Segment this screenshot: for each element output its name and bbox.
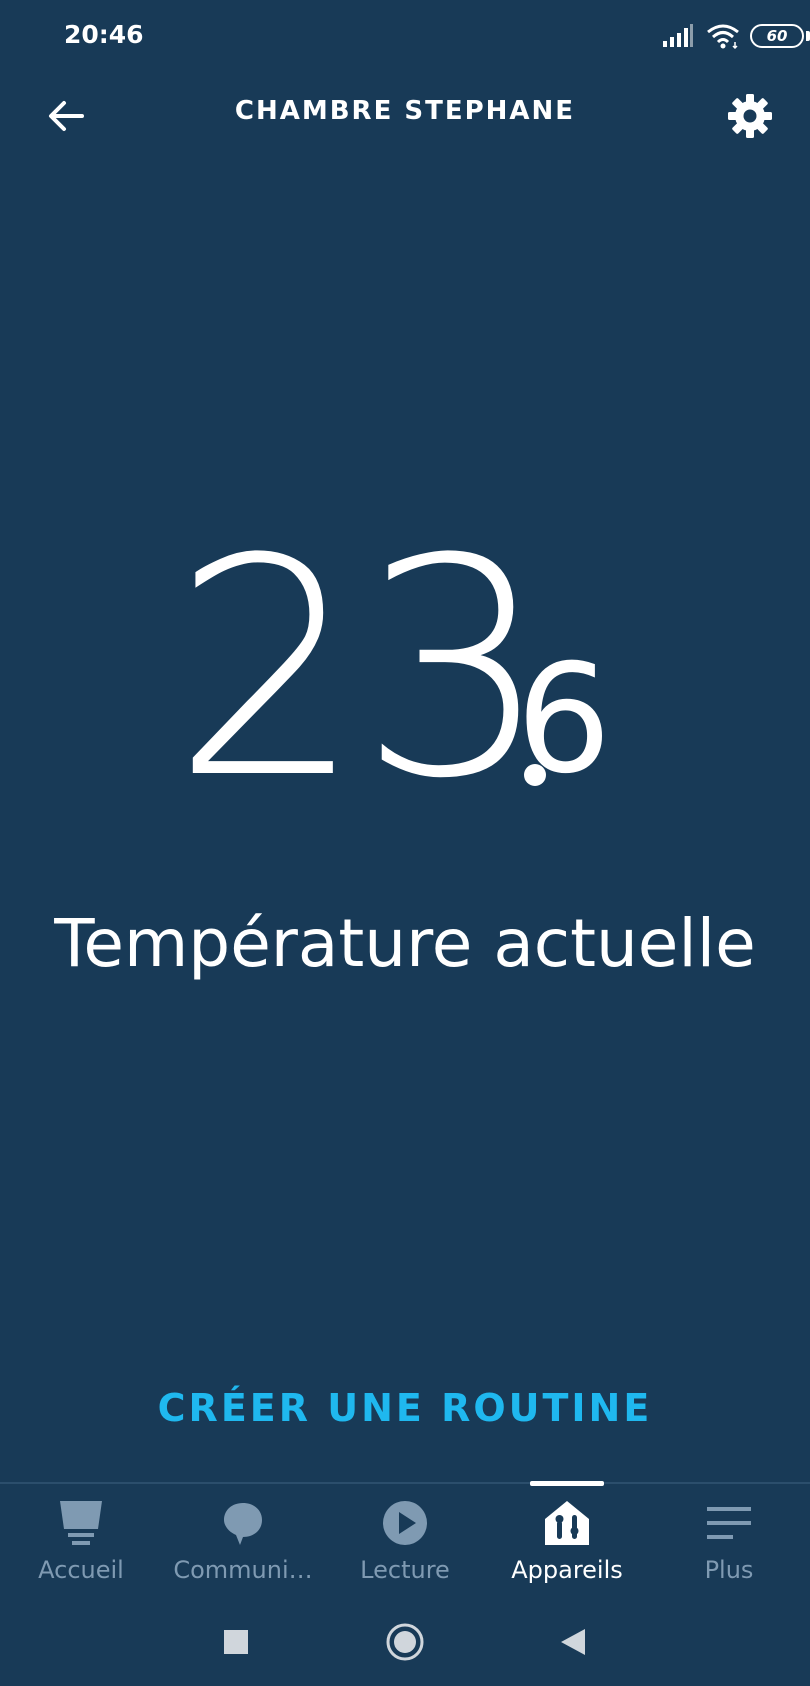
battery-cap xyxy=(806,31,810,41)
nav-item-accueil[interactable]: Accueil xyxy=(0,1498,162,1598)
nav-item-appareils[interactable]: Appareils xyxy=(486,1498,648,1598)
menu-icon xyxy=(707,1507,751,1539)
nav-label-communiquer: Communi… xyxy=(173,1556,313,1584)
active-tab-indicator xyxy=(530,1481,604,1486)
nav-item-communiquer[interactable]: Communi… xyxy=(162,1498,324,1598)
play-icon xyxy=(383,1501,427,1545)
communicate-icon xyxy=(224,1503,262,1545)
home-button[interactable] xyxy=(383,1620,427,1664)
nav-label-lecture: Lecture xyxy=(360,1556,450,1584)
battery-level: 60 xyxy=(766,27,788,45)
recents-button[interactable] xyxy=(214,1620,258,1664)
header: CHAMBRE STEPHANE xyxy=(0,72,810,156)
nav-label-accueil: Accueil xyxy=(38,1556,124,1584)
temperature-label: Température actuelle xyxy=(54,905,756,982)
temperature-decimal-point xyxy=(524,764,546,786)
bottom-nav: Accueil Communi… Lecture Appareils Plus xyxy=(0,1481,810,1598)
status-time: 20:46 xyxy=(64,20,144,49)
wifi-icon xyxy=(707,24,739,50)
page-title: CHAMBRE STEPHANE xyxy=(234,96,576,126)
devices-icon xyxy=(545,1501,589,1545)
system-nav-bar xyxy=(0,1598,810,1686)
system-back-button[interactable] xyxy=(551,1620,595,1664)
create-routine-button[interactable]: CRÉER UNE ROUTINE xyxy=(0,1386,810,1430)
temperature-display: 23 6 xyxy=(0,520,810,820)
signal-icon xyxy=(663,24,693,47)
nav-item-plus[interactable]: Plus xyxy=(648,1498,810,1598)
triangle-back-icon xyxy=(561,1629,585,1655)
nav-label-plus: Plus xyxy=(704,1556,754,1584)
nav-label-appareils: Appareils xyxy=(511,1556,623,1584)
battery-icon: 60 xyxy=(750,24,804,48)
status-bar: 20:46 60 xyxy=(0,0,810,72)
settings-button[interactable] xyxy=(724,90,776,142)
home-icon xyxy=(60,1501,102,1545)
circle-icon xyxy=(386,1623,424,1661)
nav-item-lecture[interactable]: Lecture xyxy=(324,1498,486,1598)
temperature-integer: 23 xyxy=(172,495,550,844)
device-screen: 20:46 60 CHAMBRE STEPHANE 23 6 Températu… xyxy=(0,0,810,1686)
square-icon xyxy=(224,1630,248,1654)
status-icons: 60 xyxy=(662,22,810,50)
gear-icon xyxy=(728,94,772,138)
